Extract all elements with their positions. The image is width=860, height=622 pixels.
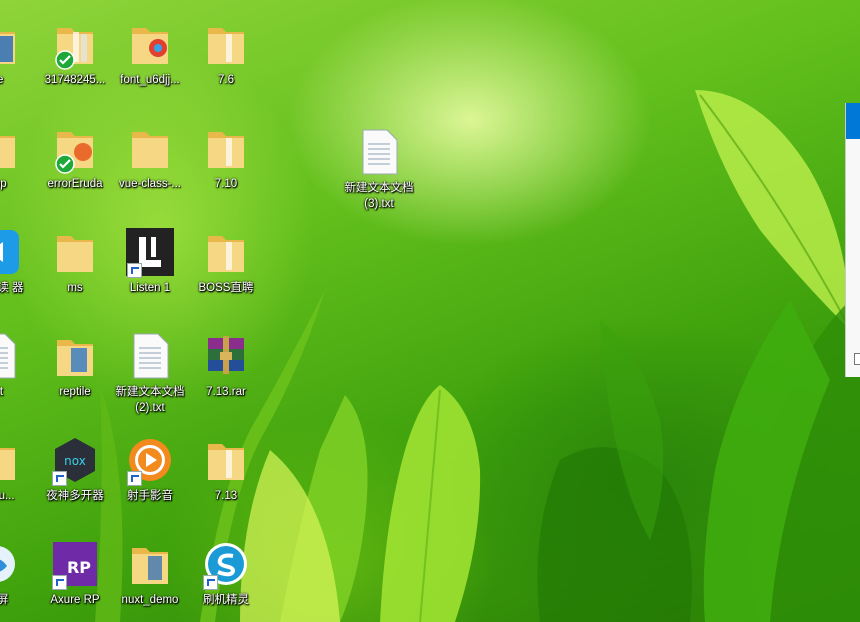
icon-label: 7.13.rar [206,386,246,398]
window-title-bar[interactable] [846,103,860,139]
desktop-icon-nuxt-demo[interactable]: nuxt_demo [111,538,189,608]
desktop-icon-reptile[interactable]: reptile [36,330,114,400]
desktop-icon-txt[interactable]: txt [0,330,36,400]
shortcut-arrow-icon [127,263,142,278]
icon-label: Axure RP [50,594,100,606]
screen-recorder-app-icon [0,538,23,590]
icon-label: reptile [59,386,91,398]
icon-label: 新建文本文档 (3).txt [344,182,414,210]
pdf-reader-app-icon [0,226,23,278]
text-file-icon [124,330,176,382]
desktop-icon-font[interactable]: font_u6djj... [111,18,189,88]
icon-label: app [0,178,7,190]
icon-label: 7.10 [214,178,238,190]
folder-icon [49,122,101,174]
icon-label: 刷机精灵 [203,594,249,606]
icon-label: 射手影音 [127,490,173,502]
listen1-app-icon [124,226,176,278]
svg-text:nox: nox [64,454,86,468]
folder-icon [124,18,176,70]
leaf-wallpaper-art [95,90,860,622]
icon-label: de [0,74,4,86]
folder-icon [124,122,176,174]
folder-icon [0,434,23,486]
window-checkbox[interactable] [854,353,860,365]
sync-check-icon [55,50,75,70]
icon-label: nuxt_demo [121,594,179,606]
desktop-icon-nox-multi[interactable]: nox 夜神多开器 [36,434,114,504]
icon-label: DF阅读 器 [0,282,24,294]
desktop-icon-new-txt-3[interactable]: 新建文本文档 (3).txt [340,126,418,212]
icon-label: 7.13 [214,490,238,502]
icon-label: 31748245... [44,74,106,86]
shortcut-arrow-icon [203,575,218,590]
folder-icon [200,122,252,174]
folder-icon [200,226,252,278]
text-file-icon [0,330,23,382]
icon-label: vue-class-... [119,178,181,190]
desktop-icon-boss[interactable]: BOSS直聘 [187,226,265,296]
icon-label: BOSS直聘 [198,282,254,294]
folder-icon [49,330,101,382]
shooter-player-icon [124,434,176,486]
desktop-icon-restu[interactable]: restu... [0,434,36,504]
winrar-archive-icon [200,330,252,382]
icon-label: errorEruda [47,178,103,190]
nox-multi-player-icon: nox [49,434,101,486]
axure-rp-icon: RP [49,538,101,590]
icon-label: 7.6 [218,74,234,86]
flash-wizard-app-icon [200,538,252,590]
icon-label: Listen 1 [129,282,171,294]
text-file-icon [353,126,405,178]
shortcut-arrow-icon [52,575,67,590]
icon-label: 录屏 [0,594,9,606]
folder-icon [49,226,101,278]
desktop-icon-axure[interactable]: RP Axure RP [36,538,114,608]
folder-icon [200,18,252,70]
desktop-icon-7-6[interactable]: 7.6 [187,18,265,88]
folder-icon [0,18,23,70]
desktop-icon-pdf-reader[interactable]: DF阅读 器 [0,226,36,296]
desktop-icon-7-13[interactable]: 7.13 [187,434,265,504]
folder-icon [49,18,101,70]
desktop-icon-new-txt-2[interactable]: 新建文本文档 (2).txt [111,330,189,416]
desktop-icon-de[interactable]: de [0,18,36,88]
desktop-icon-errorEruda[interactable]: errorEruda [36,122,114,192]
partial-window[interactable] [845,103,860,377]
icon-label: font_u6djj... [120,74,180,86]
desktop-icon-app[interactable]: app [0,122,36,192]
desktop-icon-shooter-player[interactable]: 射手影音 [111,434,189,504]
icon-label: 夜神多开器 [46,490,104,502]
desktop-icon-flash-wizard[interactable]: 刷机精灵 [187,538,265,608]
shortcut-arrow-icon [127,471,142,486]
svg-text:RP: RP [67,558,91,577]
desktop-icon-listen1[interactable]: Listen 1 [111,226,189,296]
icon-label: 新建文本文档 (2).txt [115,386,185,414]
sync-check-icon [55,154,75,174]
desktop-icon-7-10[interactable]: 7.10 [187,122,265,192]
folder-icon [124,538,176,590]
desktop-icon-31748245[interactable]: 31748245... [36,18,114,88]
desktop-icon-screen-record[interactable]: 录屏 [0,538,36,608]
folder-icon [200,434,252,486]
desktop-wallpaper: de app DF阅读 器 txt restu... 录屏 [0,0,860,622]
desktop-icon-ms[interactable]: ms [36,226,114,296]
desktop-icon-vue-class[interactable]: vue-class-... [111,122,189,192]
icon-label: restu... [0,490,15,502]
shortcut-arrow-icon [52,471,67,486]
desktop-icon-7-13-rar[interactable]: 7.13.rar [187,330,265,400]
folder-icon [0,122,23,174]
icon-label: ms [67,282,83,294]
icon-label: txt [0,386,4,398]
